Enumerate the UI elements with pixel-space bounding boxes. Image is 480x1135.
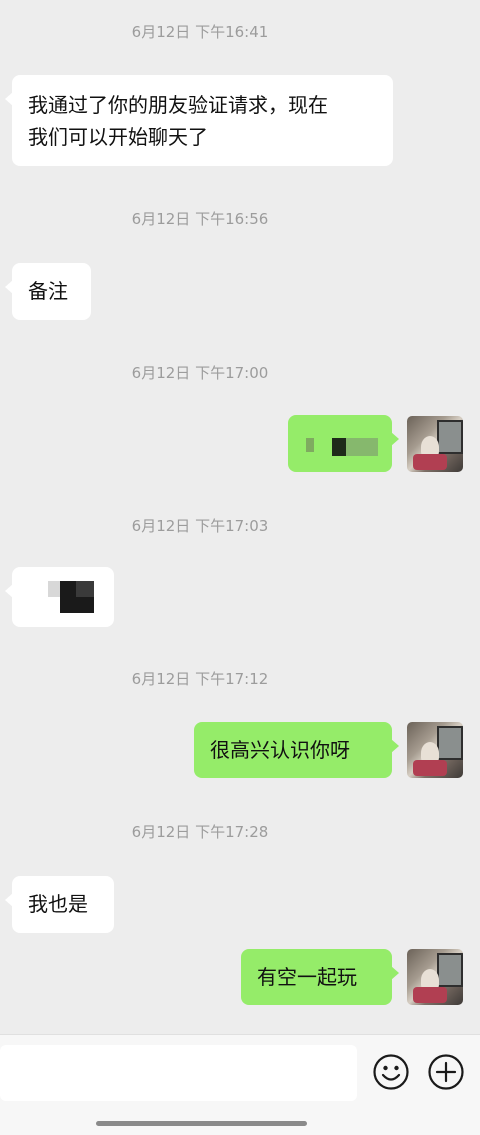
message-text: 我也是 [28, 892, 88, 916]
message-bubble-incoming[interactable]: 我通过了你的朋友验证请求，现在 我们可以开始聊天了 [5, 75, 393, 166]
message-text-line: 我通过了你的朋友验证请求，现在 [28, 93, 328, 117]
input-bar [0, 1034, 480, 1135]
timestamp: 6月12日 下午17:03 [131, 517, 269, 535]
timestamp: 6月12日 下午16:56 [131, 210, 269, 228]
timestamp: 6月12日 下午17:00 [131, 364, 269, 382]
home-indicator [96, 1121, 307, 1126]
avatar[interactable] [407, 949, 463, 1005]
pixelated-block [76, 581, 94, 597]
timestamp: 6月12日 下午17:28 [131, 823, 269, 841]
message-text: 很高兴认识你呀 [210, 738, 350, 762]
bubble-tail [391, 966, 399, 980]
pixelated-block [332, 438, 346, 456]
chat-area[interactable]: 6月12日 下午16:41 我通过了你的朋友验证请求，现在 我们可以开始聊天了 … [0, 0, 480, 1034]
avatar[interactable] [407, 722, 463, 778]
message-text-line: 我们可以开始聊天了 [28, 125, 208, 149]
message-input[interactable] [0, 1045, 357, 1101]
bubble-tail [391, 739, 399, 753]
bubble-tail [391, 432, 399, 446]
plus-icon[interactable] [427, 1053, 465, 1091]
pixelated-block [306, 438, 314, 452]
bubble-tail [5, 584, 13, 598]
emoji-icon[interactable] [372, 1053, 410, 1091]
message-text: 有空一起玩 [257, 965, 357, 989]
message-bubble-incoming[interactable]: 备注 [5, 263, 91, 320]
message-bubble-outgoing[interactable]: 有空一起玩 [241, 949, 399, 1005]
message-bubble-incoming[interactable]: 我也是 [5, 876, 114, 933]
message-bubble-outgoing-pixelated[interactable] [288, 415, 399, 472]
pixelated-block [346, 438, 378, 456]
timestamp: 6月12日 下午17:12 [131, 670, 269, 688]
bubble-tail [5, 280, 13, 294]
message-bubble-incoming-pixelated[interactable] [5, 567, 114, 627]
bubble-tail [5, 893, 13, 907]
timestamp: 6月12日 下午16:41 [131, 23, 269, 41]
bubble-tail [5, 92, 13, 106]
pixelated-block [48, 581, 60, 597]
message-bubble-outgoing[interactable]: 很高兴认识你呀 [194, 722, 399, 778]
message-text: 备注 [28, 279, 68, 303]
avatar[interactable] [407, 416, 463, 472]
